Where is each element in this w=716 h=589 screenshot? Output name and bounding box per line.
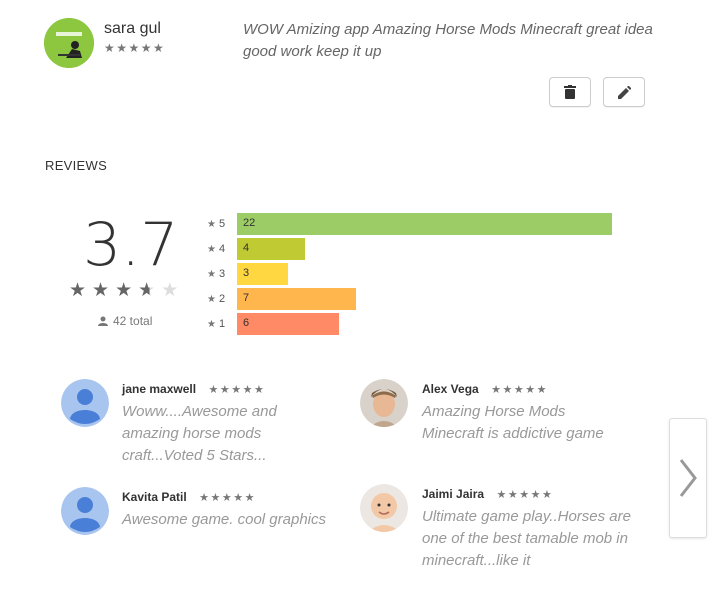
rating-bar-label: ★ 4 <box>207 243 237 255</box>
baby-photo-avatar-icon <box>360 484 408 532</box>
photo-avatar-icon <box>360 379 408 427</box>
review-body: Woww....Awesome and amazing horse mods c… <box>122 403 277 464</box>
reviewer-stars: ★★★★★ <box>491 384 548 396</box>
delete-review-button[interactable] <box>549 77 591 107</box>
review-header: jane maxwell ★★★★★ <box>122 380 265 398</box>
reviewer-name: Kavita Patil <box>122 490 187 504</box>
rating-star-number: 4 <box>218 243 226 255</box>
rating-bar-label: ★ 1 <box>207 318 237 330</box>
rating-star-number: 2 <box>218 293 226 305</box>
chevron-right-icon <box>679 459 697 497</box>
rating-bar-count: 7 <box>243 292 250 304</box>
rating-bar-label: ★ 5 <box>207 218 237 230</box>
rating-bar: 4 <box>237 238 305 260</box>
rating-star-number: 1 <box>218 318 226 330</box>
rating-bar-count: 4 <box>243 242 250 254</box>
reviewer-name: Alex Vega <box>422 382 479 396</box>
rating-bar-row: ★ 3 3 <box>207 263 288 285</box>
rating-bar: 6 <box>237 313 339 335</box>
reviewer-avatar <box>360 379 408 427</box>
rating-bar-count: 6 <box>243 317 250 329</box>
rating-star-number: 3 <box>218 268 226 280</box>
rating-bar-row: ★ 1 6 <box>207 313 339 335</box>
reviewer-stars: ★★★★★ <box>199 492 256 504</box>
default-user-avatar-icon <box>61 487 109 535</box>
rating-bar-label: ★ 3 <box>207 268 237 280</box>
reviewer-avatar <box>360 484 408 532</box>
review-body: Amazing Horse Mods Minecraft is addictiv… <box>422 403 604 442</box>
total-reviews-label: 42 total <box>113 314 153 328</box>
review-header: Kavita Patil ★★★★★ <box>122 488 256 506</box>
review-stars: ★★★★★ <box>104 41 166 55</box>
user-avatar <box>44 18 94 68</box>
review-body: Ultimate game play..Horses are one of th… <box>422 508 631 569</box>
review-author: sara gul <box>104 20 161 37</box>
star-icon: ★ <box>207 294 216 305</box>
average-rating-stars: ★★★★★ <box>69 280 185 301</box>
pencil-icon <box>617 85 631 99</box>
rating-bar-row: ★ 4 4 <box>207 238 305 260</box>
review-body: Awesome game. cool graphics <box>122 511 326 528</box>
rating-bar-row: ★ 2 7 <box>207 288 356 310</box>
rating-bar-count: 22 <box>243 217 256 229</box>
rating-bar: 3 <box>237 263 288 285</box>
rating-bar-row: ★ 5 22 <box>207 213 612 235</box>
reviewer-stars: ★★★★★ <box>496 489 554 501</box>
review-header: Jaimi Jaira ★★★★★ <box>422 485 553 503</box>
review-text: WOW Amizing app Amazing Horse Mods Minec… <box>243 21 653 60</box>
next-reviews-button[interactable] <box>669 418 707 538</box>
reviewer-avatar <box>61 379 109 427</box>
star-icon: ★ <box>207 219 216 230</box>
total-reviews: 42 total <box>98 314 152 328</box>
trash-icon <box>564 85 576 99</box>
star-icon: ★ <box>207 244 216 255</box>
rating-bar-count: 3 <box>243 267 250 279</box>
rating-bar: 22 <box>237 213 612 235</box>
reviews-heading: REVIEWS <box>45 158 108 173</box>
star-icon: ★ <box>207 319 216 330</box>
rating-bar-label: ★ 2 <box>207 293 237 305</box>
reviewer-name: Jaimi Jaira <box>422 487 485 501</box>
star-icon: ★ <box>207 269 216 280</box>
rating-star-number: 5 <box>218 218 226 230</box>
review-header: Alex Vega ★★★★★ <box>422 380 548 398</box>
reviewer-avatar <box>61 487 109 535</box>
average-rating: 3.7 <box>83 210 179 280</box>
rating-bar: 7 <box>237 288 356 310</box>
reviewer-stars: ★★★★★ <box>208 384 266 396</box>
reviewer-name: jane maxwell <box>122 382 197 396</box>
person-icon <box>98 316 108 326</box>
default-user-avatar-icon <box>61 379 109 427</box>
edit-review-button[interactable] <box>603 77 645 107</box>
